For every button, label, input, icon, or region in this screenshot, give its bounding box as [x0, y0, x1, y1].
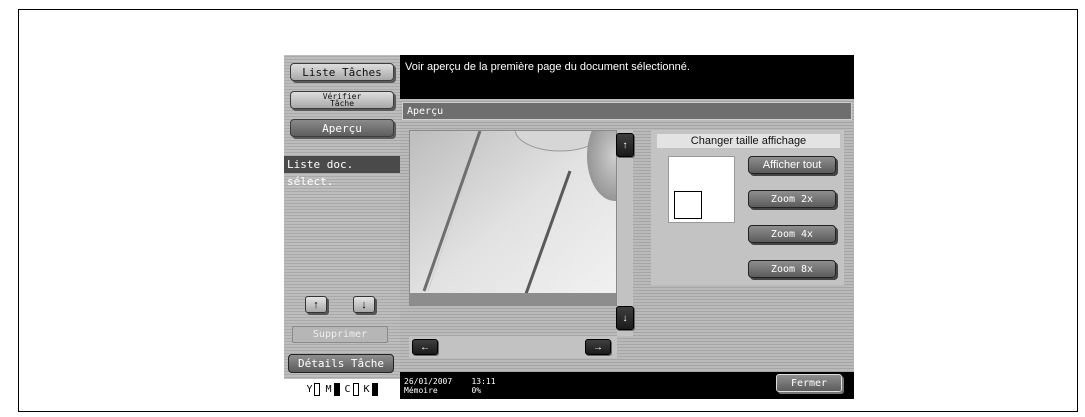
arrow-down-icon: ↓: [361, 298, 367, 311]
fermer-button[interactable]: Fermer: [776, 374, 842, 392]
scroll-left-button[interactable]: ←: [412, 339, 438, 355]
date-time: 26/01/2007 13:11: [404, 377, 496, 386]
toner-k-bar: [371, 382, 378, 396]
liste-taches-button[interactable]: Liste Tâches: [290, 63, 394, 81]
figure-frame: Liste Tâches Vérifier Tâche Aperçu Liste…: [18, 9, 1078, 412]
memoire-label: Mémoire: [404, 386, 438, 395]
toner-c: C: [344, 382, 359, 396]
scroll-down-button[interactable]: ↓: [616, 306, 634, 330]
arrow-down-icon: ↓: [622, 312, 628, 324]
supprimer-button[interactable]: Supprimer: [292, 326, 388, 343]
list-up-button[interactable]: ↑: [305, 296, 327, 313]
status-footer: 26/01/2007 13:11 Mémoire 0% Fermer: [400, 372, 854, 399]
main-panel: Aperçu ↑ ↓ ← → Changer taille affichage …: [400, 99, 854, 372]
sidebar: Liste Tâches Vérifier Tâche Aperçu Liste…: [284, 55, 400, 399]
details-tache-button[interactable]: Détails Tâche: [288, 354, 394, 373]
vertical-scrollbar[interactable]: ↑ ↓: [616, 130, 634, 336]
scroll-right-button[interactable]: →: [585, 339, 611, 355]
toner-m: M: [325, 382, 340, 396]
verifier-tache-label-2: Tâche: [329, 99, 355, 108]
arrow-left-icon: ←: [420, 341, 430, 353]
viewport-frame: [674, 191, 702, 219]
panel-title: Aperçu: [402, 102, 852, 120]
date-value: 26/01/2007: [404, 377, 453, 386]
toner-y: Y: [306, 382, 321, 396]
horizontal-scrollbar[interactable]: ← →: [409, 336, 617, 358]
toner-k-label: K: [363, 383, 370, 395]
memoire-value: 0%: [471, 386, 482, 395]
verifier-tache-button[interactable]: Vérifier Tâche: [290, 91, 394, 109]
page-thumbnail[interactable]: [668, 156, 735, 223]
toner-k: K: [363, 382, 378, 396]
doc-list-label: Liste doc. sélect.: [284, 156, 400, 188]
toner-y-bar: [314, 382, 321, 396]
zoom-4x-button[interactable]: Zoom 4x: [748, 225, 836, 243]
preview-photo: [410, 131, 616, 305]
toner-c-label: C: [344, 383, 351, 395]
message-area: Voir aperçu de la première page du docum…: [400, 55, 854, 99]
toner-y-label: Y: [306, 383, 313, 395]
arrow-right-icon: →: [593, 341, 603, 353]
afficher-tout-button[interactable]: Afficher tout: [748, 156, 836, 174]
toner-indicator: Y M C K: [284, 379, 400, 399]
scroll-up-button[interactable]: ↑: [616, 133, 634, 157]
zoom-8x-button[interactable]: Zoom 8x: [748, 260, 836, 278]
memory-status: Mémoire 0%: [404, 386, 481, 395]
control-panel-screen: Liste Tâches Vérifier Tâche Aperçu Liste…: [284, 55, 854, 399]
message-text: Voir aperçu de la première page du docum…: [405, 61, 690, 73]
toner-m-bar: [333, 382, 340, 396]
toner-m-label: M: [325, 383, 332, 395]
arrow-up-icon: ↑: [622, 139, 628, 151]
zoom-2x-button[interactable]: Zoom 2x: [748, 190, 836, 208]
apercu-tab-button[interactable]: Aperçu: [290, 119, 394, 137]
preview-image: [409, 130, 617, 306]
list-down-button[interactable]: ↓: [353, 296, 375, 313]
arrow-up-icon: ↑: [313, 298, 319, 311]
zoom-panel-title: Changer taille affichage: [657, 134, 840, 148]
time-value: 13:11: [471, 377, 496, 386]
zoom-panel: Changer taille affichage Afficher tout Z…: [651, 130, 844, 285]
toner-c-bar: [352, 382, 359, 396]
